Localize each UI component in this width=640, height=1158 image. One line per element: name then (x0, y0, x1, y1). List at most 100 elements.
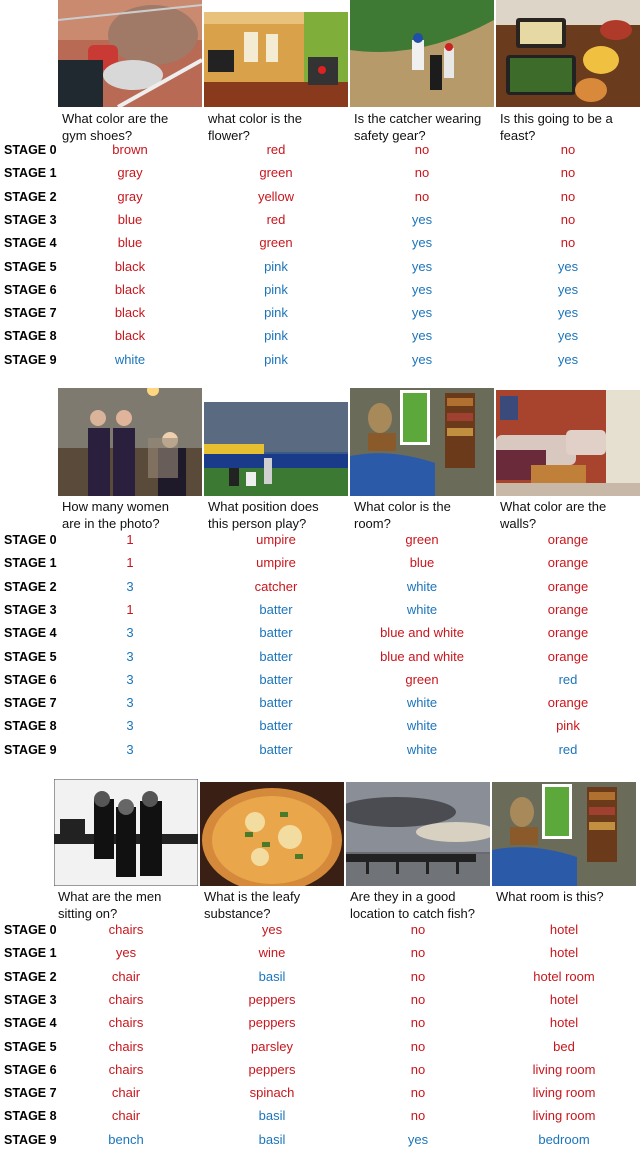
answer-wrong: blue (409, 555, 435, 571)
stage-row: STAGE 9 3 batter white red (0, 740, 640, 760)
question-line: What are the men (58, 889, 162, 904)
question-text: What color is the room? (354, 498, 451, 532)
stage-label: STAGE 1 (4, 556, 57, 571)
answer-wrong: yes (115, 945, 137, 961)
stage-label: STAGE 4 (4, 626, 57, 641)
question-text: What position does this person play? (208, 498, 319, 532)
answer-correct: yes (411, 258, 433, 274)
answer-wrong: orange (547, 648, 589, 664)
stage-label: STAGE 8 (4, 1109, 57, 1124)
answer-correct: yes (557, 258, 579, 274)
answer-correct: batter (259, 671, 293, 687)
answer-wrong: living room (532, 1108, 596, 1124)
answer-wrong: red (266, 142, 286, 157)
answer-wrong: orange (547, 555, 589, 571)
answer-wrong: catcher (254, 578, 298, 594)
question-line: What room is this? (496, 889, 604, 904)
stage-row: STAGE 2 3 catcher white orange (0, 577, 640, 597)
answer-wrong: blue and white (380, 625, 464, 641)
answer-wrong: blue (117, 235, 143, 251)
three-women-photo (58, 388, 202, 496)
answer-wrong: green (405, 671, 439, 687)
answer-wrong: yellow (257, 188, 295, 204)
answer-correct: white (406, 718, 438, 734)
bedroom-photo (492, 782, 636, 886)
question-text: What is the leafy substance? (204, 888, 300, 922)
answer-correct: 3 (126, 741, 134, 757)
stage-row: STAGE 6 3 batter green red (0, 670, 640, 690)
stage-label: STAGE 4 (4, 236, 57, 251)
question-line: Is this going to be a (500, 111, 613, 126)
answer-wrong: hotel (549, 945, 579, 961)
answer-wrong: chairs (108, 922, 144, 937)
question-text: what color is the flower? (208, 110, 302, 144)
answer-correct: bench (108, 1131, 144, 1147)
answer-correct: white (406, 695, 438, 711)
answer-correct: yes (557, 328, 579, 344)
answer-wrong: pink (556, 718, 580, 734)
answer-correct: yes (407, 1131, 429, 1147)
answer-wrong: no (410, 968, 426, 984)
stage-label: STAGE 5 (4, 259, 57, 274)
question-line: How many women (62, 499, 169, 514)
stage-label: STAGE 3 (4, 992, 57, 1007)
answer-wrong: black (114, 328, 146, 344)
stage-row: STAGE 6 chairs peppers no living room (0, 1060, 640, 1080)
answer-correct: pink (264, 281, 288, 297)
answer-wrong: peppers (248, 991, 296, 1007)
stage-label: STAGE 8 (4, 329, 57, 344)
stage-label: STAGE 6 (4, 1062, 57, 1077)
answer-wrong: chairs (108, 1015, 144, 1031)
answer-wrong: hotel (549, 991, 579, 1007)
answer-correct: yes (411, 328, 433, 344)
answer-wrong: no (410, 1015, 426, 1031)
stage-label: STAGE 2 (4, 969, 57, 984)
stage-label: STAGE 6 (4, 672, 57, 687)
answer-wrong: no (560, 235, 576, 251)
answer-wrong: no (410, 945, 426, 961)
stage-label: STAGE 1 (4, 946, 57, 961)
answer-wrong: wine (258, 945, 286, 961)
answer-correct: 3 (126, 671, 134, 687)
answer-wrong: 1 (126, 532, 134, 547)
question-text: What room is this? (496, 888, 604, 905)
answer-wrong: no (410, 991, 426, 1007)
stage-label: STAGE 0 (4, 533, 57, 547)
question-text: Is this going to be a feast? (500, 110, 613, 144)
stage-row: STAGE 9 bench basil yes bedroom (0, 1130, 640, 1150)
feast-food-table-photo (496, 0, 640, 107)
question-line: Is the catcher wearing (354, 111, 482, 126)
question-line: Are they in a good (350, 889, 456, 904)
answer-wrong: no (410, 1061, 426, 1077)
answer-wrong: blue and white (380, 648, 464, 664)
answer-correct: yes (557, 305, 579, 321)
stage-row: STAGE 8 black pink yes yes (0, 326, 640, 346)
answer-wrong: bed (553, 1038, 575, 1054)
stage-row: STAGE 0 brown red no no (0, 140, 640, 160)
living-room-with-flower-photo (204, 12, 348, 107)
answer-wrong: no (560, 165, 576, 181)
stage-label: STAGE 9 (4, 1132, 57, 1147)
answer-correct: yes (411, 305, 433, 321)
question-line: What position does (208, 499, 319, 514)
stage-row: STAGE 8 chair basil no living room (0, 1106, 640, 1126)
question-line: What color is the (354, 499, 451, 514)
stage-row: STAGE 8 3 batter white pink (0, 716, 640, 736)
men-on-bench-bw-photo (54, 779, 198, 886)
answer-correct: yes (557, 281, 579, 297)
question-text: Are they in a good location to catch fish… (350, 888, 475, 922)
stage-row: STAGE 0 chairs yes no hotel (0, 920, 640, 940)
answer-correct: red (558, 741, 578, 757)
answer-wrong: hotel (549, 922, 579, 937)
answer-wrong: living room (532, 1085, 596, 1101)
answer-wrong: orange (547, 625, 589, 641)
answer-wrong: gray (117, 165, 143, 181)
answer-wrong: blue (117, 211, 143, 227)
answer-correct: batter (259, 695, 293, 711)
stage-row: STAGE 5 chairs parsley no bed (0, 1037, 640, 1057)
answer-correct: pink (264, 328, 288, 344)
stage-row: STAGE 1 yes wine no hotel (0, 943, 640, 963)
baseball-catcher-photo (350, 0, 494, 107)
answer-wrong: hotel room (533, 968, 595, 984)
answer-correct: batter (259, 601, 293, 617)
